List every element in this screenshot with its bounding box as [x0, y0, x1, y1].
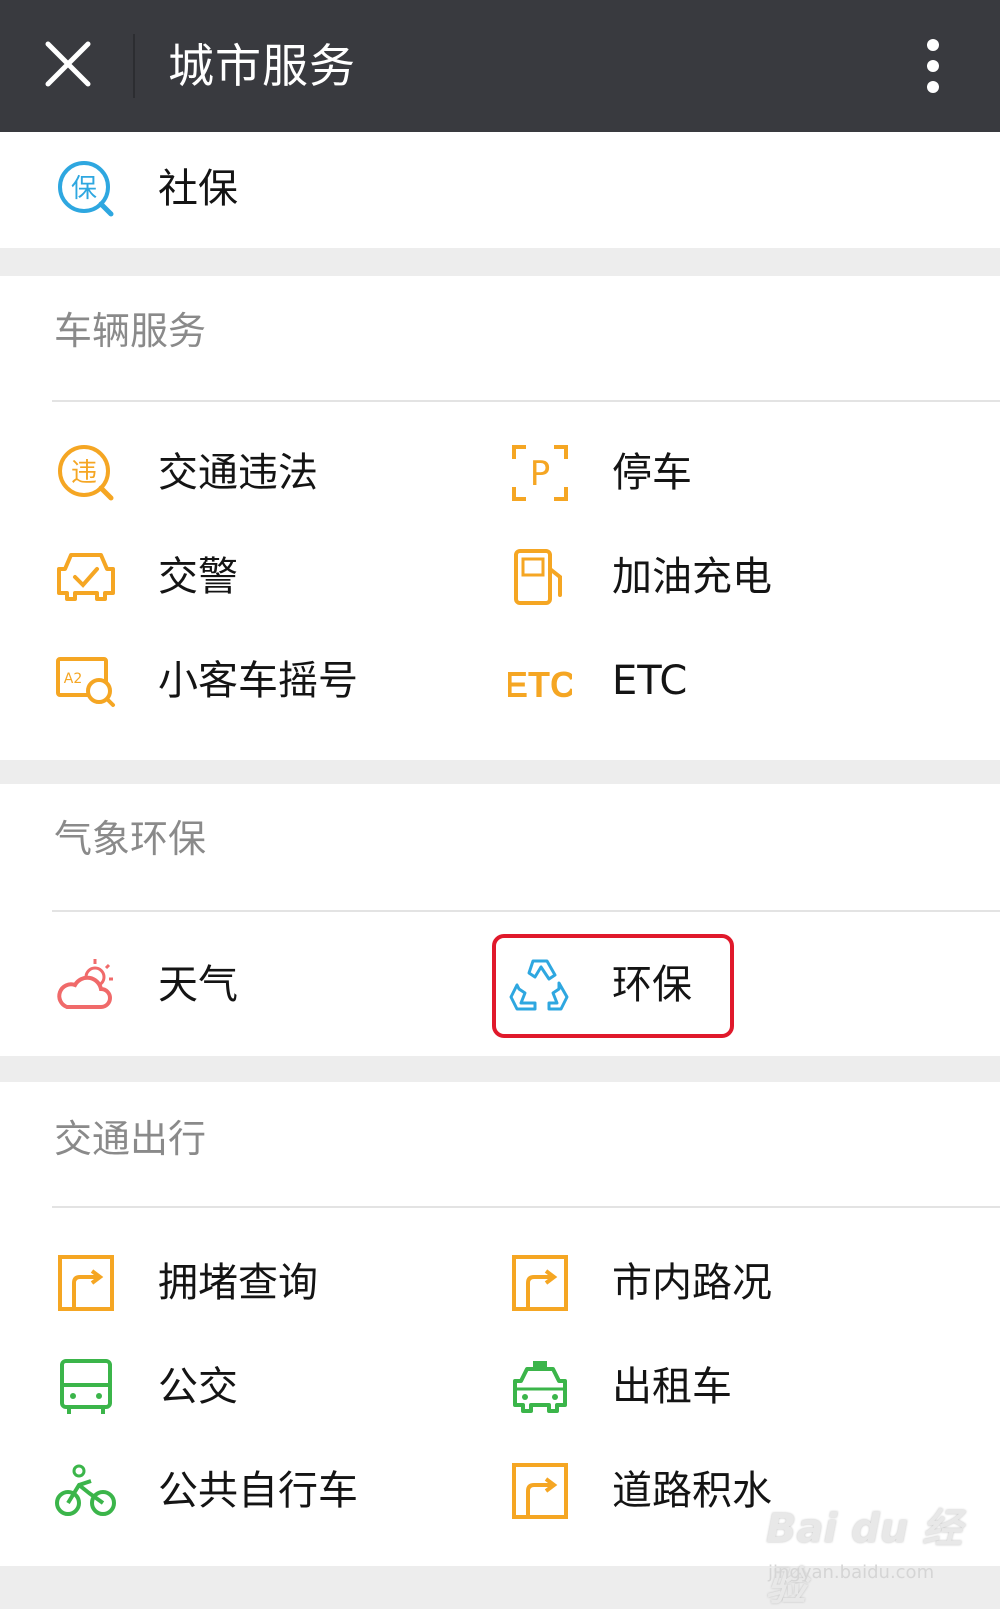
congestion-icon [54, 1251, 118, 1315]
etc-icon: ETC [508, 649, 572, 713]
service-item-label: 道路积水 [612, 1468, 772, 1514]
service-item-label: 天气 [158, 962, 238, 1008]
service-item-etc[interactable]: ETC ETC [508, 636, 928, 726]
topbar-divider [133, 34, 135, 98]
svg-text:A2: A2 [64, 671, 82, 687]
service-item-label: 公共自行车 [158, 1468, 358, 1514]
service-item-traffic-police[interactable]: 交警 [54, 532, 474, 622]
service-item-traffic-violation[interactable]: 违 交通违法 [54, 428, 474, 518]
more-button[interactable] [900, 30, 966, 102]
bicycle-icon [54, 1459, 118, 1523]
watermark: Bai du 经验 jingyan.baidu.com [766, 1496, 976, 1609]
watermark-main: Bai du 经验 [766, 1506, 963, 1609]
service-item-label: 停车 [612, 450, 692, 496]
service-item-label: 交警 [158, 554, 238, 600]
road-condition-icon [508, 1251, 572, 1315]
section-title: 交通出行 [54, 1117, 207, 1161]
highlight-box [492, 934, 734, 1038]
service-item-road-condition[interactable]: 市内路况 [508, 1238, 928, 1328]
more-vertical-icon [927, 39, 939, 93]
parking-icon: P [508, 441, 572, 505]
section-title: 气象环保 [54, 817, 207, 861]
taxi-icon [508, 1355, 572, 1419]
service-item-label: 公交 [158, 1364, 238, 1410]
service-item-bicycle[interactable]: 公共自行车 [54, 1446, 474, 1536]
bus-icon [54, 1355, 118, 1419]
svg-text:违: 违 [71, 458, 97, 488]
section-divider [52, 910, 1000, 912]
svg-text:保: 保 [71, 174, 97, 204]
traffic-violation-icon: 违 [54, 441, 118, 505]
close-icon [45, 41, 91, 87]
weather-icon [54, 953, 118, 1017]
etc-icon-text: ETC [508, 664, 572, 705]
top-bar: 城市服务 [0, 0, 1000, 132]
page-title: 城市服务 [168, 39, 356, 93]
traffic-police-icon [54, 545, 118, 609]
service-item-label: 小客车摇号 [158, 658, 358, 704]
service-item-label: 交通违法 [158, 450, 318, 496]
service-item-label: ETC [612, 658, 688, 704]
service-item-fuel-charging[interactable]: 加油充电 [508, 532, 928, 622]
vehicle-services-section: 车辆服务 违 交通违法 P 停车 交警 加油充电 A2 小客车摇号 ETC ET… [0, 276, 1000, 760]
car-lottery-icon: A2 [54, 649, 118, 713]
service-item-car-lottery[interactable]: A2 小客车摇号 [54, 636, 474, 726]
section-title: 车辆服务 [54, 309, 207, 353]
service-item-label: 社保 [158, 166, 238, 212]
service-item-label: 加油充电 [612, 554, 772, 600]
section-divider [52, 400, 1000, 402]
service-item-taxi[interactable]: 出租车 [508, 1342, 928, 1432]
service-item-parking[interactable]: P 停车 [508, 428, 928, 518]
watermark-sub: jingyan.baidu.com [768, 1562, 935, 1583]
section-divider [52, 1206, 1000, 1208]
service-item-label: 出租车 [612, 1364, 732, 1410]
service-item-congestion[interactable]: 拥堵查询 [54, 1238, 474, 1328]
service-item-label: 市内路况 [612, 1260, 772, 1306]
social-security-icon: 保 [54, 157, 118, 221]
svg-text:P: P [530, 454, 551, 494]
service-item-label: 拥堵查询 [158, 1260, 318, 1306]
service-item-bus[interactable]: 公交 [54, 1342, 474, 1432]
fuel-charging-icon [508, 545, 572, 609]
service-item-social-security[interactable]: 保 社保 [54, 144, 474, 234]
close-button[interactable] [34, 30, 102, 98]
road-flooding-icon [508, 1459, 572, 1523]
social-security-card: 保 社保 [0, 132, 1000, 248]
service-item-weather[interactable]: 天气 [54, 940, 474, 1030]
transport-section: 交通出行 拥堵查询 市内路况 公交 出租车 公共自行车 道路积水 [0, 1082, 1000, 1566]
